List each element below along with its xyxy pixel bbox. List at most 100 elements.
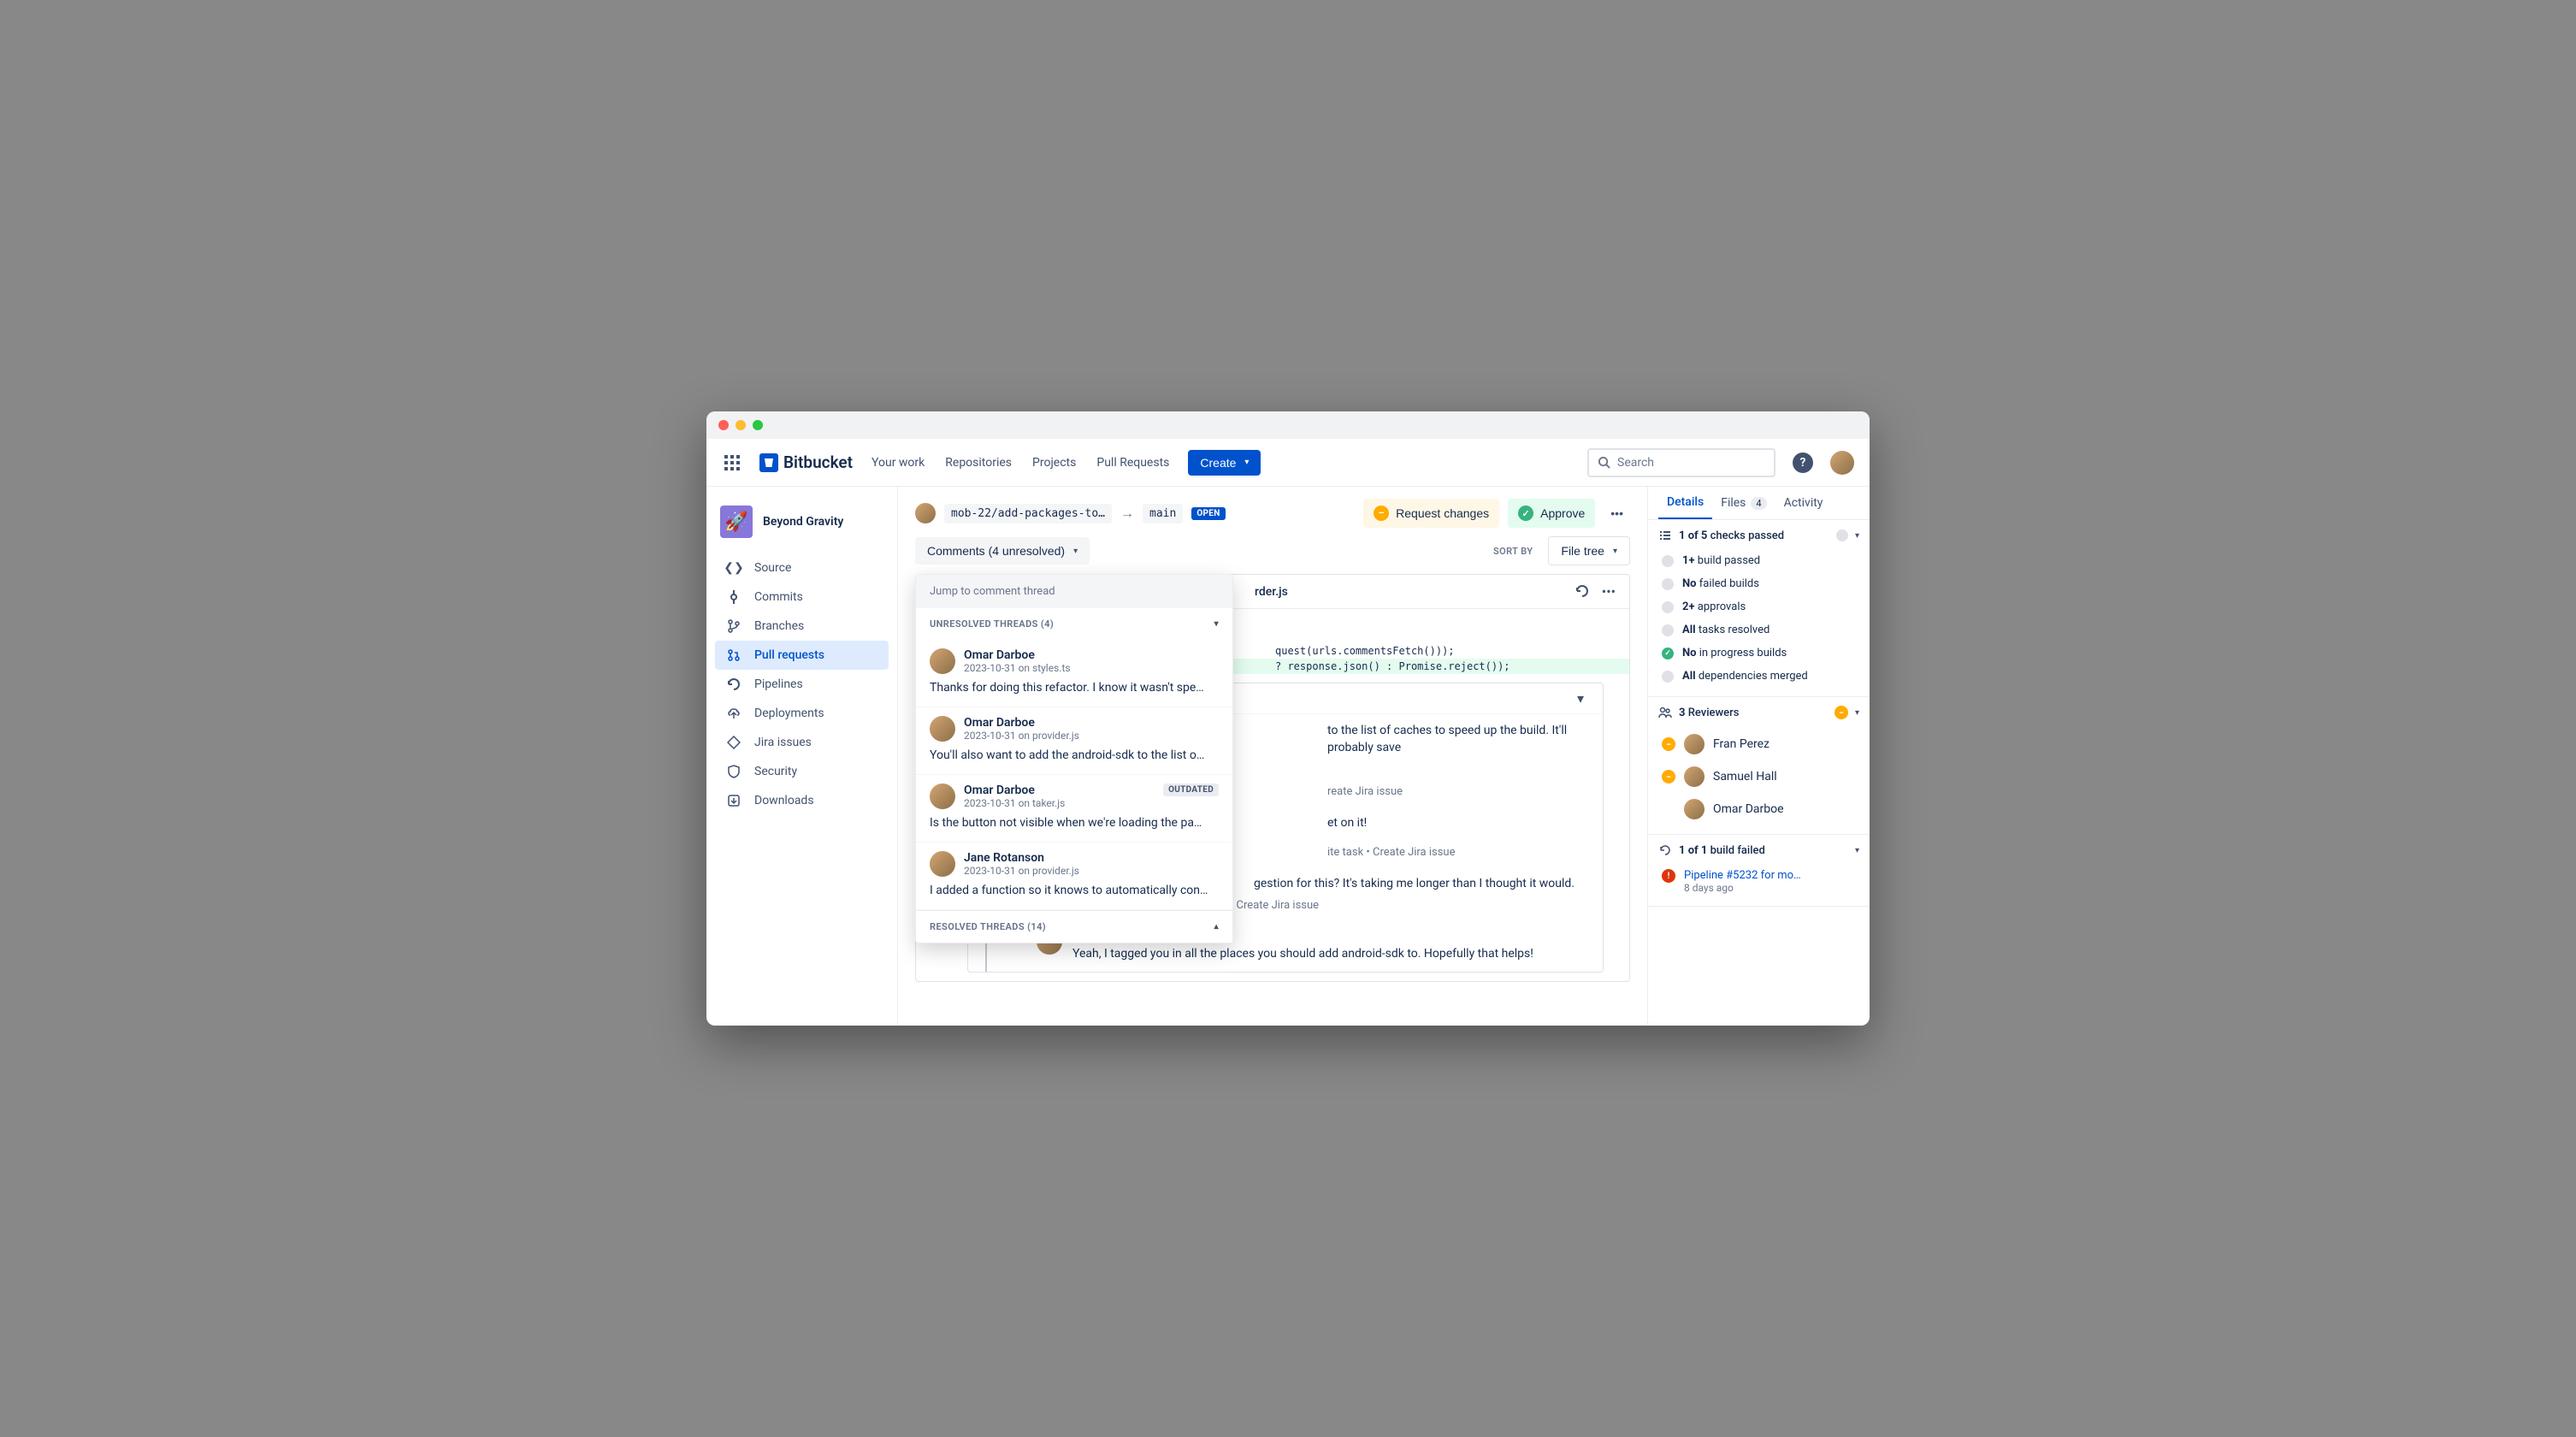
sidebar-label: Commits (754, 590, 803, 604)
resolved-threads-header[interactable]: RESOLVED THREADS (14)▴ (916, 910, 1232, 943)
target-branch[interactable]: main (1143, 504, 1183, 523)
comment-thread-dropdown: Jump to comment thread UNRESOLVED THREAD… (915, 574, 1233, 943)
thread-meta: 2023-10-31 on provider.js (964, 730, 1079, 742)
reviewers-header[interactable]: 3 Reviewers − ▾ (1658, 706, 1859, 719)
check-item: All dependencies merged (1658, 665, 1859, 688)
minus-icon: − (1835, 706, 1848, 719)
more-icon[interactable]: ••• (1602, 583, 1616, 600)
check-item: 2+ approvals (1658, 595, 1859, 618)
sidebar-item-downloads[interactable]: Downloads (715, 786, 889, 815)
brand-logo[interactable]: Bitbucket (759, 452, 853, 472)
sidebar-item-jira[interactable]: Jira issues (715, 728, 889, 757)
thread-item[interactable]: Jane Rotanson2023-10-31 on provider.js I… (916, 843, 1232, 910)
app-switcher-icon[interactable] (722, 452, 742, 473)
top-nav: Bitbucket Your work Repositories Project… (706, 439, 1870, 487)
shield-icon (725, 765, 742, 778)
resolved-label: RESOLVED THREADS (14) (930, 921, 1046, 932)
builds-head-text: 1 of 1 build failed (1679, 844, 1848, 857)
thread-author: Omar Darboe (964, 716, 1079, 730)
chevron-down-icon: ▾ (1855, 531, 1859, 541)
thread-avatar (930, 784, 955, 809)
search-placeholder: Search (1617, 456, 1654, 470)
checks-header[interactable]: 1 of 5 checks passed ▾ (1658, 529, 1859, 542)
thread-item[interactable]: Omar Darboe2023-10-31 on provider.js You… (916, 707, 1232, 775)
sidebar-label: Pipelines (754, 677, 803, 691)
comment-actions[interactable]: reate Jira issue (1327, 785, 1403, 798)
project-name: Beyond Gravity (763, 515, 843, 529)
reviewer-row[interactable]: −Fran Perez (1658, 728, 1859, 760)
check-item: No in progress builds (1658, 642, 1859, 665)
sidebar-label: Downloads (754, 794, 814, 807)
builds-header[interactable]: 1 of 1 build failed ▾ (1658, 843, 1859, 857)
approve-label: Approve (1540, 506, 1585, 520)
comment-actions[interactable]: ite task • Create Jira issue (1327, 846, 1456, 859)
sidebar-item-branches[interactable]: Branches (715, 612, 889, 641)
thread-preview: Thanks for doing this refactor. I know i… (930, 681, 1219, 695)
project-header[interactable]: 🚀 Beyond Gravity (715, 502, 889, 553)
dropdown-header: Jump to comment thread (916, 575, 1232, 608)
window-close[interactable] (718, 420, 729, 430)
tab-label: Activity (1784, 496, 1823, 510)
reviewer-row[interactable]: Omar Darboe (1658, 793, 1859, 825)
create-label: Create (1200, 456, 1236, 470)
unresolved-threads-header[interactable]: UNRESOLVED THREADS (4) ▾ (916, 608, 1232, 640)
jira-icon (725, 736, 742, 749)
sidebar-label: Branches (754, 619, 804, 633)
source-branch[interactable]: mob-22/add-packages-to… (944, 504, 1112, 523)
sort-by-button[interactable]: File tree▾ (1548, 536, 1630, 565)
comments-filter-button[interactable]: Comments (4 unresolved)▾ (915, 537, 1090, 565)
sidebar-item-commits[interactable]: Commits (715, 582, 889, 612)
thread-item[interactable]: Omar Darboe2023-10-31 on taker.jsOUTDATE… (916, 775, 1232, 843)
approve-button[interactable]: ✓Approve (1508, 499, 1595, 528)
check-item: No failed builds (1658, 572, 1859, 595)
tab-label: Files (1721, 496, 1746, 510)
tab-files[interactable]: Files4 (1712, 487, 1775, 519)
refresh-icon[interactable] (1575, 583, 1590, 600)
help-icon[interactable]: ? (1793, 452, 1813, 473)
check-status-icon (1662, 648, 1674, 659)
nav-repositories[interactable]: Repositories (943, 451, 1013, 475)
sidebar-item-pull-requests[interactable]: Pull requests (715, 641, 889, 670)
pipeline-link[interactable]: Pipeline #5232 for mo… (1684, 869, 1801, 882)
window-maximize[interactable] (753, 420, 763, 430)
nav-your-work[interactable]: Your work (870, 451, 926, 475)
sidebar-label: Source (754, 561, 791, 575)
thread-author: Jane Rotanson (964, 851, 1079, 865)
pipeline-meta: 8 days ago (1684, 882, 1801, 894)
request-changes-button[interactable]: −Request changes (1363, 499, 1499, 528)
sidebar-item-security[interactable]: Security (715, 757, 889, 786)
unresolved-label: UNRESOLVED THREADS (4) (930, 618, 1054, 630)
check-status-icon (1662, 624, 1674, 636)
chevron-down-icon: ▾ (1855, 846, 1859, 855)
brand-name: Bitbucket (783, 452, 853, 472)
tab-details[interactable]: Details (1658, 487, 1712, 519)
request-changes-label: Request changes (1396, 506, 1489, 520)
sidebar-item-source[interactable]: ❮❯Source (715, 553, 889, 582)
nav-pull-requests[interactable]: Pull Requests (1095, 451, 1171, 475)
tab-activity[interactable]: Activity (1775, 487, 1832, 519)
collapse-icon[interactable]: ▾ (1572, 690, 1589, 707)
nav-projects[interactable]: Projects (1031, 451, 1078, 475)
sidebar-label: Pull requests (754, 648, 824, 662)
reviewer-row[interactable]: −Samuel Hall (1658, 760, 1859, 793)
search-icon (1598, 456, 1610, 469)
outdated-badge: OUTDATED (1163, 784, 1219, 796)
window-minimize[interactable] (736, 420, 746, 430)
pr-author-avatar[interactable] (915, 503, 936, 523)
sidebar-item-deployments[interactable]: Deployments (715, 699, 889, 728)
search-input[interactable]: Search (1587, 448, 1775, 477)
pipeline-icon (725, 677, 742, 691)
more-actions-button[interactable]: ••• (1604, 501, 1630, 525)
sidebar-item-pipelines[interactable]: Pipelines (715, 670, 889, 699)
thread-meta: 2023-10-31 on provider.js (964, 865, 1079, 877)
comment-text: Yeah, I tagged you in all the places you… (1072, 946, 1589, 963)
branch-icon (725, 619, 742, 633)
sort-by-value: File tree (1561, 544, 1604, 558)
thread-avatar (930, 716, 955, 742)
sidebar-label: Deployments (754, 707, 824, 720)
user-avatar[interactable] (1830, 451, 1854, 475)
chevron-down-icon: ▾ (1214, 619, 1219, 629)
create-button[interactable]: Create ▾ (1188, 450, 1261, 476)
thread-item[interactable]: Omar Darboe2023-10-31 on styles.ts Thank… (916, 640, 1232, 707)
reviewer-avatar (1684, 734, 1705, 754)
